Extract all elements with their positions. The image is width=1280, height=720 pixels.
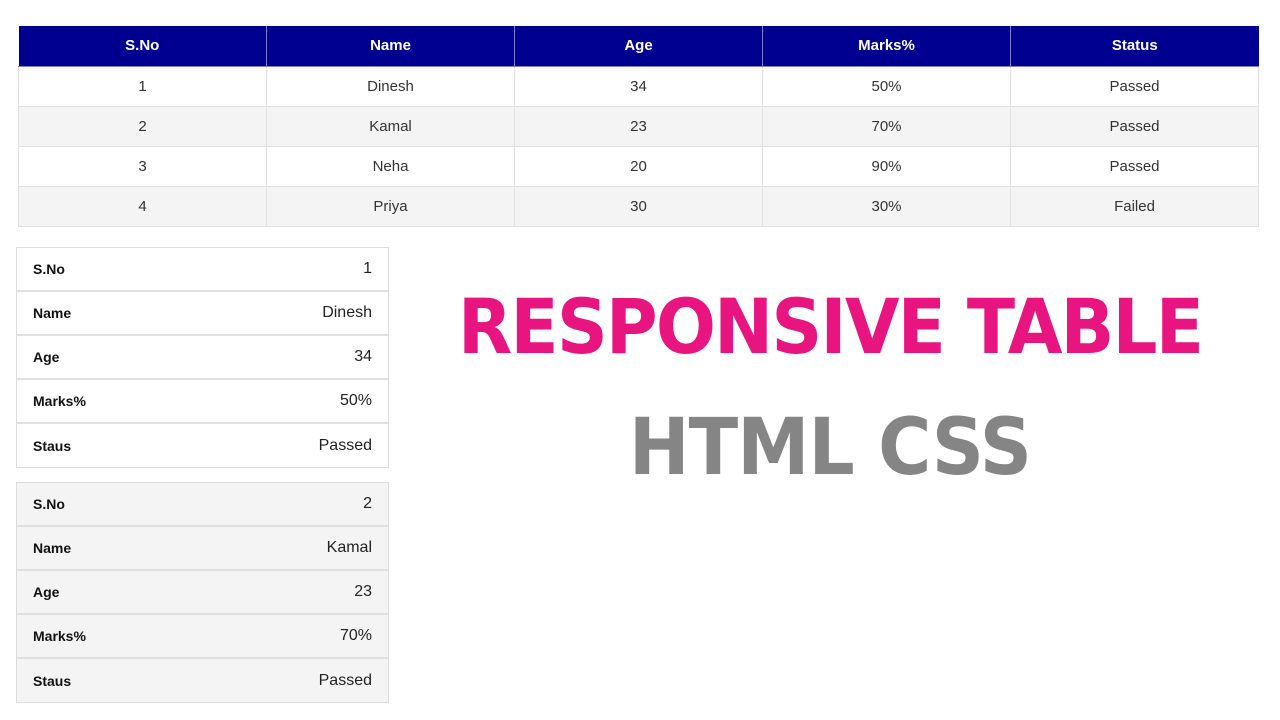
card-value: Passed — [318, 671, 372, 689]
card-value: 50% — [339, 392, 372, 409]
mobile-card: S.No 1 Name Dinesh Age 34 Marks% 50% Sta… — [16, 247, 389, 468]
cell-sno: 2 — [18, 105, 267, 147]
card-row: S.No 1 — [17, 248, 388, 292]
title-responsive-table: RESPONSIVE TABLE — [457, 282, 1204, 371]
card-label: Staus — [33, 672, 72, 689]
table-row: 2 Kamal 23 70% Passed — [18, 105, 1259, 147]
student-table: S.No Name Age Marks% Status 1 Dinesh 34 … — [18, 26, 1259, 227]
mobile-card: S.No 2 Name Kamal Age 23 Marks% 70% Stau… — [16, 482, 389, 703]
card-label: Marks% — [33, 393, 86, 409]
card-label: S.No — [33, 496, 65, 512]
header-name: Name — [266, 26, 515, 67]
card-row: Staus Passed — [17, 659, 388, 702]
cell-status: Passed — [1010, 105, 1259, 147]
card-row: Marks% 50% — [17, 380, 388, 424]
cell-marks: 50% — [762, 65, 1011, 107]
card-value: 23 — [354, 583, 372, 600]
header-status: Status — [1010, 26, 1259, 67]
card-value: 1 — [363, 260, 372, 277]
cell-sno: 4 — [18, 185, 267, 227]
cell-name: Dinesh — [266, 65, 515, 107]
card-label: Marks% — [33, 628, 86, 644]
cell-name: Neha — [266, 145, 515, 187]
table-row: 1 Dinesh 34 50% Passed — [18, 65, 1259, 107]
card-row: Name Kamal — [17, 527, 388, 571]
card-value: 34 — [354, 348, 372, 365]
card-row: Age 34 — [17, 336, 388, 380]
table-row: 3 Neha 20 90% Passed — [18, 145, 1259, 187]
table-header-row: S.No Name Age Marks% Status — [18, 26, 1259, 67]
card-row: Name Dinesh — [17, 292, 388, 336]
cell-marks: 30% — [762, 185, 1011, 227]
cell-status: Passed — [1010, 65, 1259, 107]
header-marks: Marks% — [762, 26, 1011, 67]
card-label: Age — [33, 584, 60, 600]
card-value: Dinesh — [322, 304, 372, 321]
cell-marks: 90% — [762, 145, 1011, 187]
card-label: Age — [33, 349, 60, 365]
table-row: 4 Priya 30 30% Failed — [18, 185, 1259, 227]
cell-name: Priya — [266, 185, 515, 227]
cell-age: 20 — [514, 145, 763, 187]
card-label: Staus — [33, 437, 72, 454]
card-row: Age 23 — [17, 571, 388, 615]
cell-age: 34 — [514, 65, 763, 107]
cell-name: Kamal — [266, 105, 515, 147]
cell-status: Passed — [1010, 145, 1259, 187]
cell-status: Failed — [1010, 185, 1259, 227]
card-row: Staus Passed — [17, 424, 388, 467]
card-value: 70% — [339, 627, 372, 644]
card-label: S.No — [33, 261, 65, 277]
card-row: Marks% 70% — [17, 615, 388, 659]
header-sno: S.No — [18, 26, 267, 67]
card-label: Name — [33, 540, 72, 556]
cell-sno: 3 — [18, 145, 267, 187]
cell-age: 23 — [514, 105, 763, 147]
card-row: S.No 2 — [17, 483, 388, 527]
header-age: Age — [514, 26, 763, 67]
cell-marks: 70% — [762, 105, 1011, 147]
cell-age: 30 — [514, 185, 763, 227]
card-label: Name — [33, 305, 72, 321]
card-value: Kamal — [326, 539, 372, 556]
cell-sno: 1 — [18, 65, 267, 107]
card-value: Passed — [318, 436, 372, 454]
card-value: 2 — [363, 495, 372, 512]
title-html-css: HTML CSS — [628, 403, 1032, 493]
